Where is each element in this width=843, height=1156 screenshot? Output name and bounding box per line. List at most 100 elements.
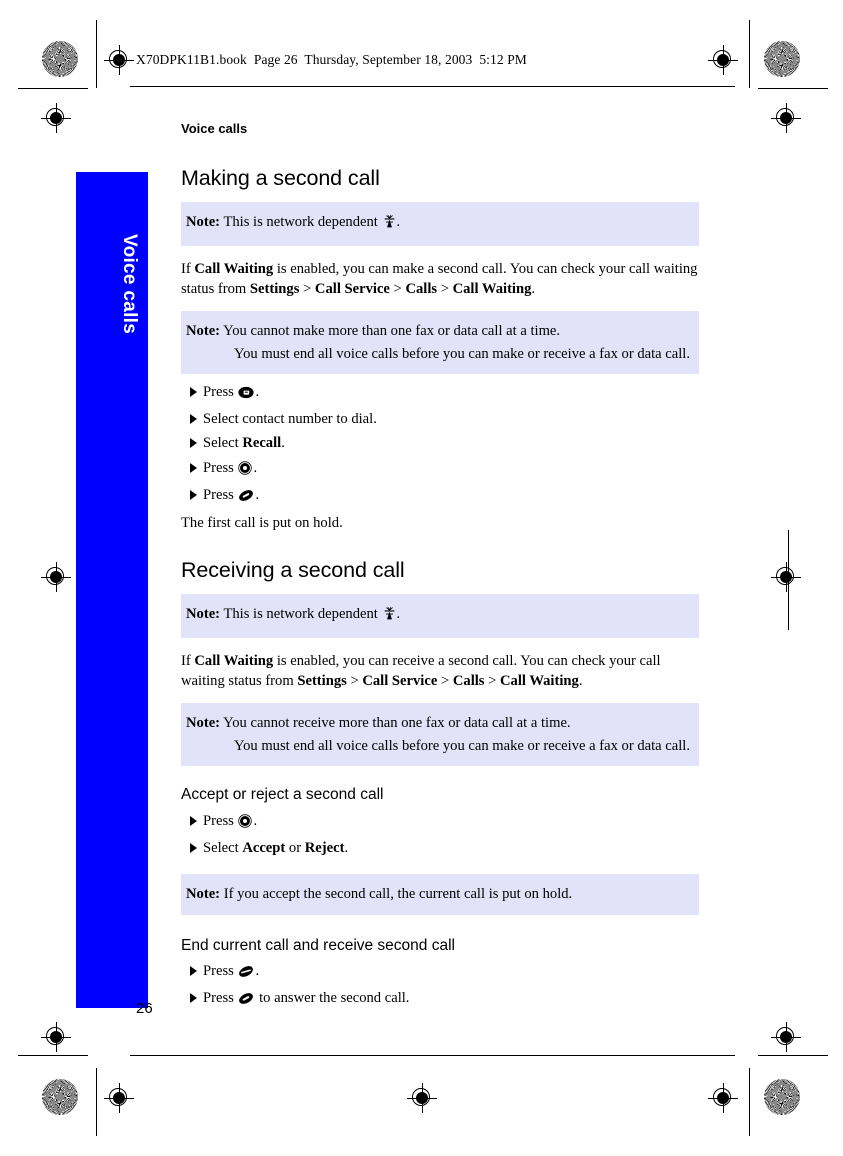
paragraph-first-call-on-hold: The first call is put on hold. [181, 514, 343, 531]
end-call-key-icon [238, 990, 254, 1013]
list-item: Press . [181, 810, 699, 836]
menu-sep-1: > [299, 281, 315, 298]
subsection-title-accept-or-reject: Accept or reject a second call [181, 786, 384, 804]
crop-line-bottom-right-vertical [749, 1068, 750, 1136]
step-text-post: . [255, 963, 260, 980]
crop-line-top-left-horizontal [18, 88, 88, 89]
step-text: Press [203, 963, 238, 980]
step-text: Press [203, 384, 238, 401]
registration-target-right-lower [771, 1022, 801, 1052]
registration-target-bottom-center [407, 1083, 437, 1113]
paragraph-call-waiting-receiving: If Call Waiting is enabled, you can rece… [181, 651, 699, 692]
para-text-1: If [181, 260, 195, 277]
menu-sep-2: > [389, 281, 406, 298]
registration-target-top-right [708, 45, 738, 75]
step-text-post: . [255, 486, 260, 503]
crop-line-header-rule [130, 86, 735, 87]
menu-sep-3: > [484, 673, 501, 690]
rosette-mark-bottom-right [764, 1079, 800, 1115]
crop-line-right-vertical [749, 20, 750, 88]
note-text: If you accept the second call, the curre… [223, 886, 573, 903]
menu-path-settings: Settings [297, 673, 347, 690]
step-text-post: to answer the second call. [255, 990, 410, 1007]
note-line-1: You cannot receive more than one fax or … [223, 715, 571, 732]
end-call-key-icon [238, 487, 254, 510]
menu-path-call-service: Call Service [362, 673, 438, 690]
rosette-mark-top-right [764, 41, 800, 77]
para-text-1: If [181, 652, 195, 669]
paragraph-call-waiting-making: If Call Waiting is enabled, you can make… [181, 259, 699, 300]
network-antenna-icon [383, 214, 396, 237]
note-trailing: . [396, 606, 401, 623]
note-network-dependent-receiving: Note: This is network dependent . [181, 594, 699, 638]
crop-line-top-right-horizontal [758, 88, 828, 89]
note-label: Note: [186, 214, 221, 231]
note-text: This is network dependent [223, 214, 378, 231]
note-line-2: You must end all voice calls before you … [234, 737, 691, 754]
call-send-key-icon [238, 384, 255, 407]
crop-line-bottom-left-vertical [96, 1068, 97, 1136]
list-item: Press to answer the second call. [181, 987, 699, 1013]
menu-path-settings: Settings [249, 281, 300, 298]
menu-sep-3: > [437, 281, 453, 298]
note-fax-data-receiving: Note: You cannot receive more than one f… [181, 703, 699, 767]
page-content: Voice calls Making a second call Note: T… [181, 121, 699, 1014]
step-text: Press [203, 990, 238, 1007]
running-head: Voice calls [181, 121, 248, 136]
list-item: Select contact number to dial. [181, 408, 699, 431]
bullet-triangle-icon [190, 462, 197, 473]
chapter-side-tab: Voice calls [76, 172, 148, 1008]
step-text: Press [203, 486, 238, 503]
registration-target-bottom-right [708, 1083, 738, 1113]
network-antenna-icon [383, 606, 396, 629]
note-fax-data-making: Note: You cannot make more than one fax … [181, 311, 699, 375]
menu-sep-2: > [437, 673, 453, 690]
bullet-triangle-icon [190, 843, 197, 854]
step-text-post: . [255, 384, 260, 401]
step-list-accept-or-reject: Press . Select Accept or Reject. [181, 810, 699, 860]
bullet-triangle-icon [190, 966, 197, 977]
list-item: Press . [181, 960, 699, 986]
bullet-triangle-icon [190, 414, 197, 425]
registration-target-right-upper [771, 103, 801, 133]
note-line-1: You cannot make more than one fax or dat… [223, 323, 561, 340]
menu-item-recall: Recall [242, 435, 282, 452]
step-text: Select contact number to dial. [203, 411, 377, 428]
menu-path-call-waiting: Call Waiting [500, 673, 579, 690]
menu-path-calls: Calls [452, 673, 485, 690]
step-list-making-a-second-call: Press . Select contact number to dial. S… [181, 381, 699, 509]
registration-target-left-upper [41, 103, 71, 133]
step-text-mid: or [285, 840, 305, 857]
crop-line-left-vertical [96, 20, 97, 88]
chapter-side-tab-label: Voice calls [119, 233, 140, 334]
step-text: Select [203, 435, 243, 452]
step-text: Select [203, 840, 243, 857]
list-item: Select Accept or Reject. [181, 837, 699, 860]
registration-target-bottom-left [104, 1083, 134, 1113]
menu-path-calls: Calls [405, 281, 438, 298]
term-call-waiting: Call Waiting [194, 260, 274, 277]
note-label: Note: [186, 323, 221, 340]
end-call-slash-key-icon [238, 963, 254, 986]
menu-sep-1: > [346, 673, 363, 690]
crop-line-footer-rule [130, 1055, 735, 1056]
note-line-2: You must end all voice calls before you … [234, 345, 691, 362]
note-trailing: . [396, 214, 401, 231]
page-title-making-a-second-call: Making a second call [181, 166, 380, 191]
list-item: Press . [181, 457, 699, 483]
step-list-end-current-call: Press . Press to answer the second call. [181, 960, 699, 1013]
step-text-post: . [253, 459, 258, 476]
para-text-3: . [531, 281, 536, 298]
list-item: Press . [181, 381, 699, 407]
menu-item-reject: Reject [304, 840, 345, 857]
note-network-dependent-making: Note: This is network dependent . [181, 202, 699, 246]
bullet-triangle-icon [190, 387, 197, 398]
list-item: Press . [181, 484, 699, 510]
subsection-title-end-current-call: End current call and receive second call [181, 936, 455, 954]
registration-target-left-lower [41, 1022, 71, 1052]
step-text-post: . [281, 435, 285, 452]
crop-line-bottom-left-horizontal [18, 1055, 88, 1056]
step-text-post: . [253, 812, 258, 829]
crop-line-bottom-right-horizontal [758, 1055, 828, 1056]
page-title-receiving-a-second-call: Receiving a second call [181, 558, 405, 583]
